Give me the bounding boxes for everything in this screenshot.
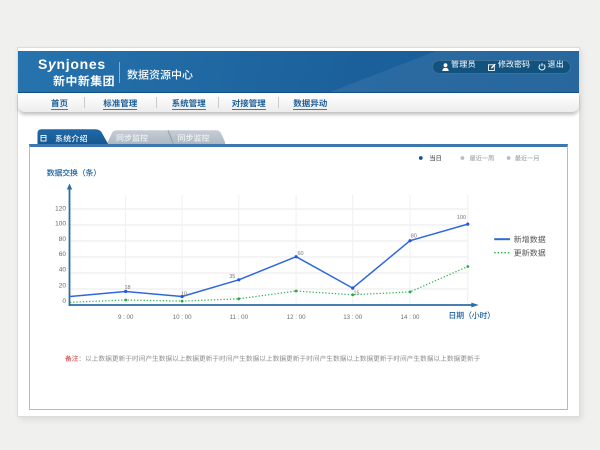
svg-text:15: 15 xyxy=(353,290,359,296)
svg-text:120: 120 xyxy=(55,206,66,213)
svg-text:20: 20 xyxy=(59,283,67,290)
svg-text:80: 80 xyxy=(411,234,417,240)
svg-text:13 : 00: 13 : 00 xyxy=(343,314,362,321)
svg-text:0: 0 xyxy=(62,298,66,305)
svg-text:14 : 00: 14 : 00 xyxy=(401,314,420,321)
svg-text:12 : 00: 12 : 00 xyxy=(287,314,306,321)
svg-text:80: 80 xyxy=(59,236,67,243)
svg-text:10 : 00: 10 : 00 xyxy=(173,314,192,321)
svg-text:100: 100 xyxy=(55,221,66,228)
svg-text:11 : 00: 11 : 00 xyxy=(230,314,249,321)
svg-text:60: 60 xyxy=(297,251,303,257)
svg-text:10: 10 xyxy=(181,292,187,298)
svg-text:60: 60 xyxy=(59,251,67,258)
svg-text:40: 40 xyxy=(59,267,67,274)
svg-text:100: 100 xyxy=(457,215,466,221)
svg-text:18: 18 xyxy=(124,285,130,291)
svg-text:9 : 00: 9 : 00 xyxy=(118,314,134,321)
svg-text:35: 35 xyxy=(229,274,235,280)
